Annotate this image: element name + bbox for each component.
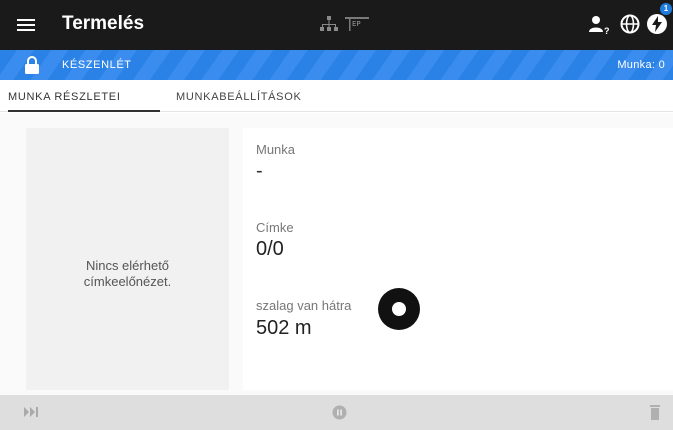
job-counter: Munka: 0	[617, 59, 665, 71]
job-label: Munka	[256, 142, 296, 157]
job-value: -	[256, 160, 263, 182]
trash-icon[interactable]	[650, 404, 660, 420]
main-content: Nincs elérhető címkeelőnézet. Munka - Cí…	[0, 113, 673, 395]
label-preview: Nincs elérhető címkeelőnézet.	[26, 128, 229, 390]
ribbon-remaining-value: 502 m	[256, 317, 312, 339]
play-step-icon[interactable]	[24, 407, 38, 417]
globe-icon[interactable]	[620, 14, 640, 34]
label-count-value: 0/0	[256, 238, 284, 260]
ribbon-remaining-label: szalag van hátra	[256, 298, 352, 313]
notification-badge: 1	[660, 3, 672, 15]
ribbon-roll-icon	[378, 288, 420, 330]
svg-text:?: ?	[604, 26, 610, 36]
printer-badge: EP	[352, 20, 361, 28]
printer-status: KÉSZENLÉT	[62, 59, 132, 71]
user-icon[interactable]: ?	[588, 14, 612, 36]
status-bar: KÉSZENLÉT Munka: 0	[0, 50, 673, 80]
label-count-label: Címke	[256, 220, 294, 235]
job-details-panel: Munka - Címke 0/0 szalag van hátra 502 m	[243, 128, 673, 390]
app-title: Termelés	[62, 13, 145, 34]
menu-icon[interactable]	[14, 13, 38, 37]
pause-icon[interactable]	[332, 405, 347, 420]
power-icon[interactable]	[646, 13, 668, 35]
bottom-bar	[0, 395, 673, 430]
tab-job-details[interactable]: MUNKA RÉSZLETEI	[8, 80, 160, 112]
tab-job-settings[interactable]: MUNKABEÁLLÍTÁSOK	[176, 80, 326, 112]
top-bar: Termelés EP ? 1	[0, 0, 673, 50]
lock-icon	[25, 56, 39, 74]
tab-bar: MUNKA RÉSZLETEI MUNKABEÁLLÍTÁSOK	[0, 80, 673, 112]
network-icon	[320, 16, 338, 31]
no-preview-message: Nincs elérhető címkeelőnézet.	[83, 258, 172, 289]
